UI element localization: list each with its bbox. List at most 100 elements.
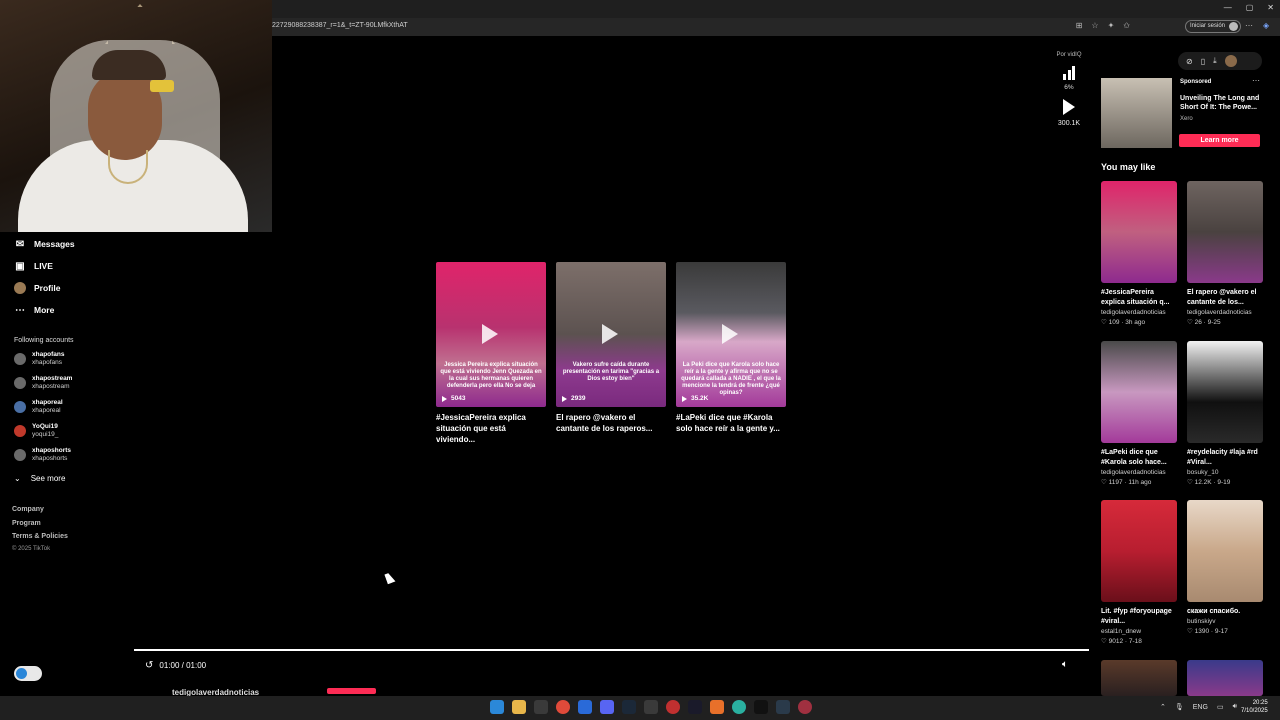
video-title[interactable]: #JessicaPereira explica situación que es… — [436, 412, 546, 445]
vidiq-label: Por vidIQ — [1056, 52, 1082, 58]
outlook-icon[interactable] — [578, 700, 592, 714]
following-account[interactable]: xhapofans xhapofans — [14, 351, 65, 367]
photoshop-icon[interactable] — [688, 700, 702, 714]
copyright: © 2025 TikTok — [12, 546, 51, 552]
edge-icon[interactable] — [732, 700, 746, 714]
file-explorer-icon[interactable] — [512, 700, 526, 714]
rec-author[interactable]: tedigolaverdadnoticias — [1101, 309, 1177, 316]
nav-profile[interactable]: Profile — [14, 282, 60, 294]
minimize-button[interactable]: — — [1224, 3, 1232, 12]
rec-title[interactable]: скажи спасибо. — [1187, 607, 1263, 617]
extensions-icon[interactable]: ✦ — [1108, 21, 1115, 30]
calendar-icon[interactable] — [534, 700, 548, 714]
steam-icon[interactable] — [622, 700, 636, 714]
recommended-video[interactable]: El rapero @vakero el cantante de los... … — [1187, 181, 1263, 326]
footer-terms[interactable]: Terms & Policies — [12, 533, 68, 540]
close-window-button[interactable]: ✕ — [1267, 3, 1274, 12]
menu-dots-icon[interactable]: ⋯ — [1245, 21, 1253, 30]
ad-thumbnail[interactable] — [1101, 78, 1172, 148]
see-more-button[interactable]: ⌄ See more — [14, 474, 65, 483]
recommended-video[interactable]: Lit. #fyp #foryoupage #viral... estal1n_… — [1101, 500, 1177, 645]
following-account[interactable]: YoQui19 yoqui19_ — [14, 423, 58, 439]
recommended-thumbnail[interactable] — [1187, 660, 1263, 696]
compass-icon[interactable]: ⊘ — [1186, 57, 1193, 66]
recommended-thumbnail[interactable] — [1101, 660, 1177, 696]
footer-company[interactable]: Company — [12, 506, 44, 513]
follow-button[interactable] — [327, 688, 376, 694]
discord-icon[interactable] — [600, 700, 614, 714]
chrome-icon[interactable] — [556, 700, 570, 714]
vlc-icon[interactable] — [710, 700, 724, 714]
recommended-video[interactable]: #reydelacity #laja #rd #Viral... bosuky_… — [1187, 341, 1263, 486]
rec-author[interactable]: tedigolaverdadnoticias — [1101, 469, 1177, 476]
theme-toggle[interactable] — [14, 666, 42, 681]
following-account[interactable]: xhaposhorts xhaposhorts — [14, 447, 71, 463]
app-icon[interactable] — [644, 700, 658, 714]
user-avatar[interactable] — [1224, 55, 1237, 67]
ad-title[interactable]: Unveiling The Long and Short Of It: The … — [1180, 94, 1262, 112]
recommended-thumbnail[interactable] — [1101, 341, 1177, 443]
download-icon[interactable]: ⤓ — [1213, 56, 1217, 66]
following-account[interactable]: xhapostream xhapostream — [14, 375, 72, 391]
rec-title[interactable]: #JessicaPereira explica situación q... — [1101, 288, 1177, 308]
signin-button[interactable]: Iniciar sesión — [1185, 20, 1241, 33]
play-icon — [722, 324, 738, 344]
footer-program[interactable]: Program — [12, 520, 41, 527]
video-title[interactable]: #LaPeki dice que #Karola solo hace reír … — [676, 412, 786, 434]
replay-icon[interactable]: ↺ — [145, 660, 153, 671]
volume-icon[interactable]: 🔈︎ — [1062, 659, 1068, 670]
recommended-video[interactable] — [1187, 660, 1263, 696]
rec-author[interactable]: butinskiyv — [1187, 618, 1263, 625]
copilot-icon[interactable]: ◈ — [1263, 21, 1269, 30]
recommended-thumbnail[interactable] — [1101, 500, 1177, 602]
taskbar-clock[interactable]: 20:25 7/10/2025 — [1241, 699, 1268, 715]
volume-tray-icon[interactable]: 🔊︎ — [1233, 703, 1237, 711]
video-thumbnail[interactable]: Vakero sufre caída durante presentación … — [556, 262, 666, 407]
recommended-thumbnail[interactable] — [1101, 181, 1177, 283]
rec-title[interactable]: #reydelacity #laja #rd #Viral... — [1187, 448, 1263, 468]
video-card[interactable]: Vakero sufre caída durante presentación … — [556, 262, 666, 434]
phone-icon[interactable]: ▯ — [1201, 57, 1205, 66]
rec-title[interactable]: Lit. #fyp #foryoupage #viral... — [1101, 607, 1177, 627]
recommended-thumbnail[interactable] — [1187, 181, 1263, 283]
video-thumbnail[interactable]: La Peki dice que Karola solo hace reír a… — [676, 262, 786, 407]
nav-live[interactable]: ▣ LIVE — [14, 260, 53, 272]
bar-chart-icon[interactable] — [1050, 66, 1088, 80]
recommended-thumbnail[interactable] — [1187, 341, 1263, 443]
start-icon[interactable] — [490, 700, 504, 714]
language-indicator[interactable]: ENG — [1193, 704, 1208, 711]
media-icon[interactable] — [666, 700, 680, 714]
app-icon[interactable] — [798, 700, 812, 714]
recommended-video[interactable]: скажи спасибо. butinskiyv ♡ 1390 · 9-17 — [1187, 500, 1263, 635]
rec-author[interactable]: estal1n_dnew — [1101, 628, 1177, 635]
url-text[interactable]: 22729088238387_r=1&_t=ZT-90LMfkXthAT — [272, 22, 408, 29]
video-progress-bar[interactable] — [134, 649, 1089, 651]
video-card[interactable]: Jessica Pereira explica situación que es… — [436, 262, 546, 445]
rec-title[interactable]: #LaPeki dice que #Karola solo hace... — [1101, 448, 1177, 468]
network-icon[interactable]: ▭ — [1217, 703, 1224, 711]
install-app-icon[interactable]: ⊞ — [1076, 21, 1083, 30]
favorites-icon[interactable]: ✩ — [1123, 21, 1130, 30]
recommended-video[interactable] — [1101, 660, 1177, 696]
learn-more-button[interactable]: Learn more — [1179, 134, 1260, 147]
following-account[interactable]: xhaporeal xhaporeal — [14, 399, 63, 415]
tiktok-icon[interactable] — [754, 700, 768, 714]
recommended-thumbnail[interactable] — [1187, 500, 1263, 602]
nav-more[interactable]: ⋯ More — [14, 304, 54, 316]
rec-author[interactable]: tedigolaverdadnoticias — [1187, 309, 1263, 316]
ad-options-icon[interactable]: ⋯ — [1252, 76, 1260, 85]
app-icon[interactable] — [776, 700, 790, 714]
recommended-video[interactable]: #JessicaPereira explica situación q... t… — [1101, 181, 1177, 326]
maximize-button[interactable]: ▢ — [1246, 3, 1254, 12]
chevron-up-icon[interactable]: ⌃ — [1160, 703, 1166, 711]
rec-author[interactable]: bosuky_10 — [1187, 469, 1263, 476]
bookmark-star-icon[interactable]: ☆ — [1091, 21, 1098, 30]
recommended-video[interactable]: #LaPeki dice que #Karola solo hace... te… — [1101, 341, 1177, 486]
video-title[interactable]: El rapero @vakero el cantante de los rap… — [556, 412, 666, 434]
play-icon[interactable] — [1063, 99, 1075, 115]
video-thumbnail[interactable]: Jessica Pereira explica situación que es… — [436, 262, 546, 407]
nav-messages[interactable]: ✉ Messages — [14, 238, 75, 250]
rec-title[interactable]: El rapero @vakero el cantante de los... — [1187, 288, 1263, 308]
video-card[interactable]: La Peki dice que Karola solo hace reír a… — [676, 262, 786, 434]
mic-icon[interactable]: 🎙︎ — [1175, 703, 1184, 711]
